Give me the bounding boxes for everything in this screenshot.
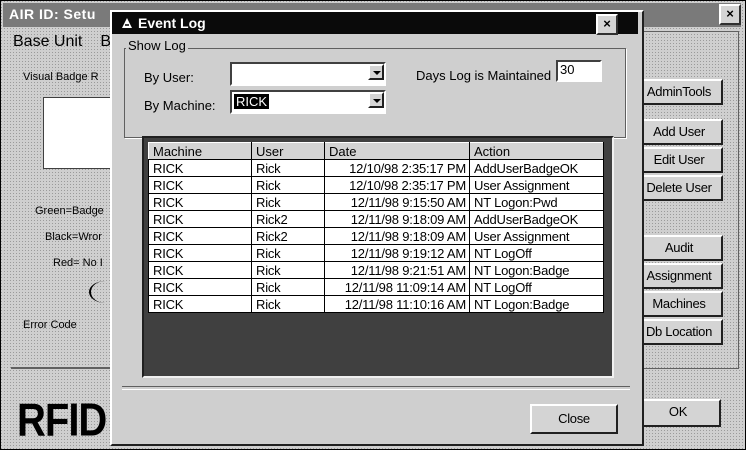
cell-machine: RICK	[148, 295, 252, 313]
cell-date: 12/11/98 11:10:16 AM	[324, 295, 470, 313]
dialog-title: Event Log	[138, 15, 206, 31]
close-button[interactable]: Close	[530, 404, 618, 434]
add-user-button[interactable]: Add User	[635, 119, 723, 145]
days-maintained-input[interactable]: 30	[556, 60, 602, 82]
table-row[interactable]: RICK Rick 12/11/98 11:09:14 AM NT LogOff	[148, 278, 604, 296]
cell-action: NT Logon:Badge	[469, 261, 604, 279]
menu-item-base-unit[interactable]: Base Unit	[13, 33, 82, 50]
column-header-action[interactable]: Action	[469, 142, 604, 160]
column-header-date[interactable]: Date	[324, 142, 470, 160]
column-header-user[interactable]: User	[251, 142, 325, 160]
cell-action: NT Logon:Badge	[469, 295, 604, 313]
event-log-table: Machine User Date Action RICK Rick 12/10/9…	[148, 142, 604, 313]
event-log-grid[interactable]: Machine User Date Action RICK Rick 12/10/9…	[142, 136, 614, 378]
cell-date: 12/11/98 9:18:09 AM	[324, 227, 470, 245]
table-row[interactable]: RICK Rick 12/11/98 9:15:50 AM NT Logon:Pwd	[148, 193, 604, 211]
cell-machine: RICK	[148, 278, 252, 296]
green-label: Green=Badge	[35, 205, 104, 217]
column-header-machine[interactable]: Machine	[148, 142, 252, 160]
assignment-button[interactable]: Assignment	[635, 263, 723, 289]
cell-machine: RICK	[148, 227, 252, 245]
by-user-label: By User:	[144, 70, 194, 85]
cell-action: NT LogOff	[469, 244, 604, 262]
cell-action: NT LogOff	[469, 278, 604, 296]
menu-bar: Base Unit B	[3, 33, 123, 59]
edit-user-button[interactable]: Edit User	[635, 147, 723, 173]
cell-machine: RICK	[148, 261, 252, 279]
visual-badge-label: Visual Badge R	[23, 71, 99, 83]
cell-action: AddUserBadgeOK	[469, 159, 604, 177]
cell-action: AddUserBadgeOK	[469, 210, 604, 228]
cell-user: Rick2	[251, 227, 325, 245]
cell-machine: RICK	[148, 176, 252, 194]
log-icon	[122, 18, 132, 28]
by-user-select[interactable]	[230, 62, 386, 86]
delete-user-button[interactable]: Delete User	[635, 175, 723, 201]
days-maintained-label: Days Log is Maintained	[416, 68, 552, 83]
table-row[interactable]: RICK Rick 12/10/98 2:35:17 PM AddUserBadgeO…	[148, 159, 604, 177]
by-machine-value: RICK	[234, 94, 270, 109]
main-window-title: AIR ID: Setu	[9, 6, 96, 22]
admin-tools-button[interactable]: AdminTools	[635, 79, 723, 105]
cell-date: 12/11/98 11:09:14 AM	[324, 278, 470, 296]
audit-button[interactable]: Audit	[635, 235, 723, 261]
rfid-logo: RFID	[17, 395, 107, 446]
show-log-label: Show Log	[126, 38, 188, 53]
db-location-button[interactable]: Db Location	[635, 319, 723, 345]
divider	[11, 367, 111, 369]
cell-date: 12/11/98 9:18:09 AM	[324, 210, 470, 228]
cell-user: Rick	[251, 295, 325, 313]
cell-date: 12/10/98 2:35:17 PM	[324, 176, 470, 194]
cell-user: Rick	[251, 278, 325, 296]
cell-machine: RICK	[148, 193, 252, 211]
cell-date: 12/11/98 9:19:12 AM	[324, 244, 470, 262]
cell-user: Rick	[251, 261, 325, 279]
cell-machine: RICK	[148, 244, 252, 262]
cell-user: Rick	[251, 193, 325, 211]
cell-date: 12/11/98 9:21:51 AM	[324, 261, 470, 279]
cell-user: Rick	[251, 244, 325, 262]
table-row[interactable]: RICK Rick 12/11/98 11:10:16 AM NT Logon:Bad…	[148, 295, 604, 313]
event-log-dialog: Event Log × Show Log By User: By Machine…	[110, 10, 644, 446]
table-row[interactable]: RICK Rick2 12/11/98 9:18:09 AM User Assignm…	[148, 227, 604, 245]
main-close-icon[interactable]: ×	[719, 4, 741, 25]
table-row[interactable]: RICK Rick2 12/11/98 9:18:09 AM AddUserBadge…	[148, 210, 604, 228]
cell-user: Rick2	[251, 210, 325, 228]
by-machine-label: By Machine:	[144, 98, 216, 113]
ok-button[interactable]: OK	[635, 399, 721, 427]
error-code-label: Error Code	[23, 319, 77, 331]
table-header-row: Machine User Date Action	[148, 142, 604, 160]
cell-user: Rick	[251, 159, 325, 177]
cell-action: User Assignment	[469, 176, 604, 194]
cell-action: User Assignment	[469, 227, 604, 245]
cell-machine: RICK	[148, 159, 252, 177]
cell-date: 12/11/98 9:15:50 AM	[324, 193, 470, 211]
machines-button[interactable]: Machines	[635, 291, 723, 317]
chevron-down-icon[interactable]	[368, 64, 384, 80]
table-row[interactable]: RICK Rick 12/11/98 9:19:12 AM NT LogOff	[148, 244, 604, 262]
dialog-close-icon[interactable]: ×	[596, 14, 618, 35]
black-label: Black=Wror	[45, 231, 102, 243]
dialog-title-bar: Event Log ×	[112, 12, 638, 35]
cell-machine: RICK	[148, 210, 252, 228]
red-label: Red= No I	[53, 257, 103, 269]
cell-action: NT Logon:Pwd	[469, 193, 604, 211]
dialog-divider	[122, 386, 630, 390]
visual-badge-box	[43, 97, 113, 169]
table-row[interactable]: RICK Rick 12/11/98 9:21:51 AM NT Logon:Badg…	[148, 261, 604, 279]
cell-date: 12/10/98 2:35:17 PM	[324, 159, 470, 177]
table-row[interactable]: RICK Rick 12/10/98 2:35:17 PM User Assignme…	[148, 176, 604, 194]
chevron-down-icon[interactable]	[368, 92, 384, 108]
cell-user: Rick	[251, 176, 325, 194]
by-machine-select[interactable]: RICK	[230, 90, 386, 114]
